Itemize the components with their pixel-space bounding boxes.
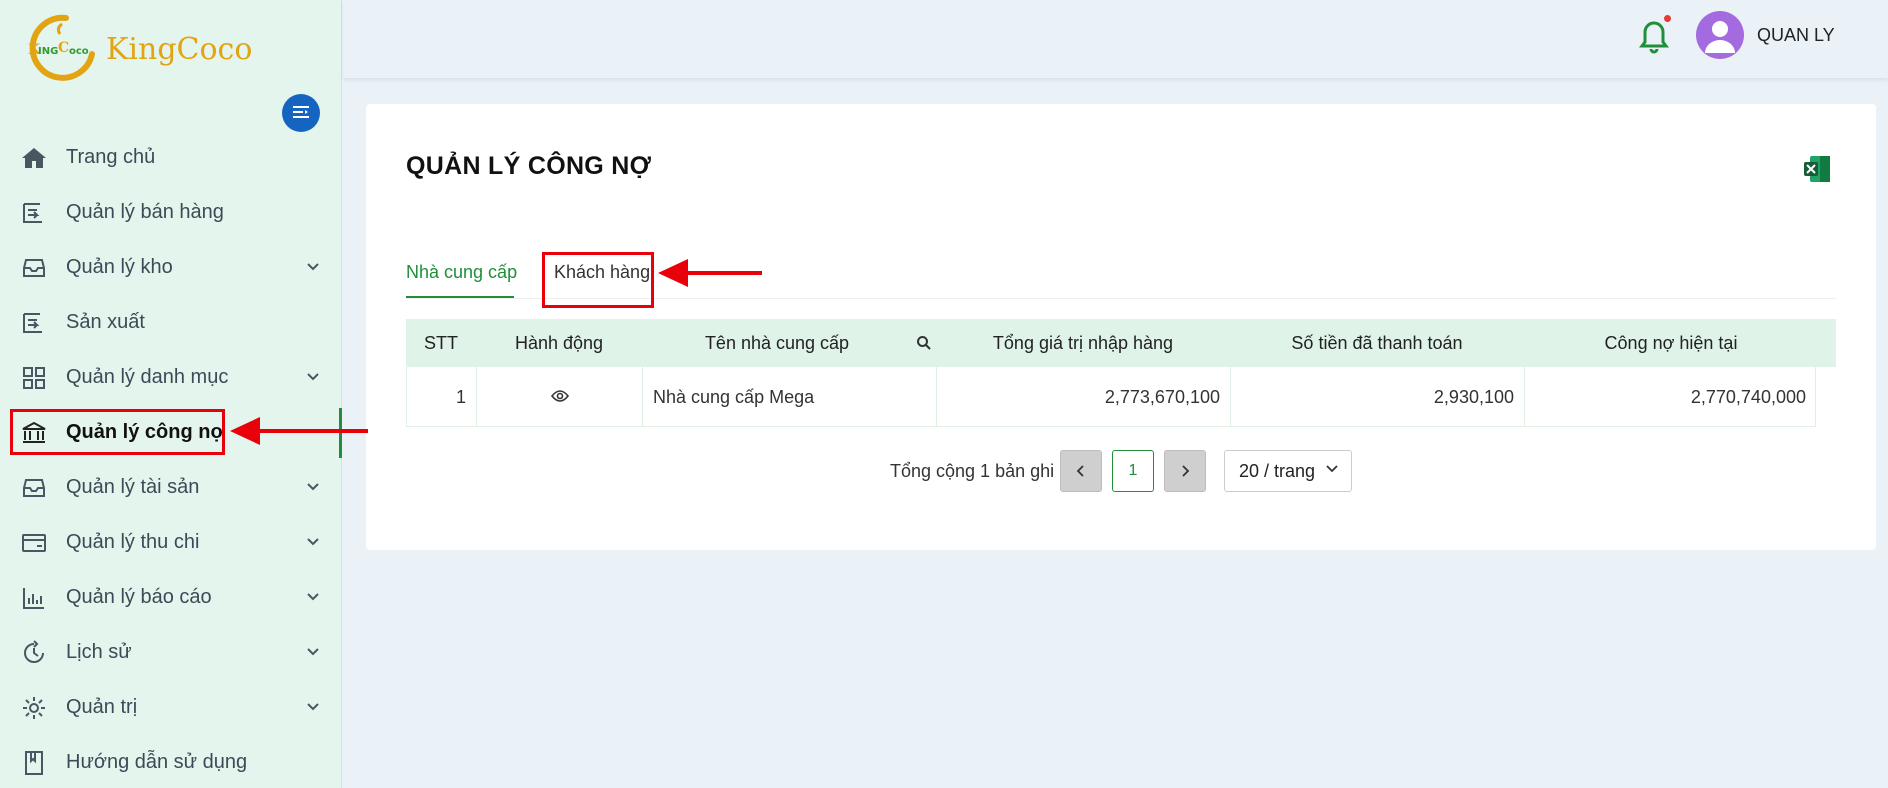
logo[interactable]: K ING C oco KingCoco bbox=[22, 10, 252, 84]
sidebar-item-label: Quản lý tài sản bbox=[66, 476, 200, 498]
column-header-paid: Số tiền đã thanh toán bbox=[1291, 332, 1463, 353]
tab-active-underline bbox=[406, 296, 514, 298]
sidebar-item-label: Hướng dẫn sử dụng bbox=[66, 751, 248, 773]
page-size-value: 20 / trang bbox=[1239, 460, 1316, 481]
table-row: 1 Nhà cung cấp Mega 2,773,670,100 2,930,… bbox=[406, 367, 1816, 427]
sidebar-item-sales[interactable]: Quản lý bán hàng bbox=[0, 185, 342, 240]
sidebar-item-assets[interactable]: Quản lý tài sản bbox=[0, 460, 342, 515]
sidebar-item-label: Quản lý kho bbox=[66, 256, 173, 278]
logo-mark-icon: K ING C oco bbox=[22, 10, 96, 84]
avatar[interactable] bbox=[1696, 11, 1744, 59]
sidebar-item-category[interactable]: Quản lý danh mục bbox=[0, 350, 342, 405]
sidebar-item-reports[interactable]: Quản lý báo cáo bbox=[0, 570, 342, 625]
sidebar-item-label: Quản lý danh mục bbox=[66, 366, 229, 388]
chevron-left-icon bbox=[1076, 465, 1084, 477]
wallet-card-icon bbox=[20, 529, 48, 557]
excel-icon[interactable] bbox=[1802, 154, 1832, 184]
chevron-down-icon bbox=[307, 593, 319, 601]
cell-total-import: 2,773,670,100 bbox=[936, 367, 1230, 427]
sidebar: K ING C oco KingCoco Trang chủ Quản lý b… bbox=[0, 0, 342, 788]
sidebar-item-warehouse[interactable]: Quản lý kho bbox=[0, 240, 342, 295]
sidebar-item-home[interactable]: Trang chủ bbox=[0, 130, 342, 185]
sidebar-item-income-expense[interactable]: Quản lý thu chi bbox=[0, 515, 342, 570]
prev-page-button[interactable] bbox=[1060, 450, 1102, 492]
sidebar-item-history[interactable]: Lịch sử bbox=[0, 625, 342, 680]
column-header-total-import: Tổng giá trị nhập hàng bbox=[992, 332, 1174, 353]
page-title: QUẢN LÝ CÔNG NỢ bbox=[406, 152, 652, 180]
sidebar-menu: Trang chủ Quản lý bán hàng Quản lý kho S… bbox=[0, 130, 342, 788]
collapse-sidebar-button[interactable] bbox=[282, 94, 320, 132]
sidebar-item-label: Quản trị bbox=[66, 696, 138, 718]
sidebar-item-label: Trang chủ bbox=[66, 146, 156, 168]
book-icon bbox=[20, 749, 48, 777]
svg-text:oco: oco bbox=[69, 46, 89, 57]
debt-management-card: QUẢN LÝ CÔNG NỢ Nhà cung cấp Khách hàng … bbox=[366, 104, 1876, 550]
cell-current-debt: 2,770,740,000 bbox=[1524, 367, 1816, 427]
sales-icon bbox=[20, 199, 48, 227]
chevron-down-icon bbox=[307, 263, 319, 271]
chevron-down-icon bbox=[307, 648, 319, 656]
category-grid-icon bbox=[20, 364, 48, 392]
page-size-select[interactable]: 20 / trang bbox=[1224, 450, 1352, 492]
tab-supplier[interactable]: Nhà cung cấp bbox=[406, 262, 517, 283]
table-header: STT Hành động Tên nhà cung cấp Tổng giá … bbox=[406, 319, 1836, 367]
annotation-box-customer-tab bbox=[542, 252, 654, 308]
column-header-action: Hành động bbox=[514, 332, 604, 353]
annotation-arrow-sidebar bbox=[230, 417, 368, 445]
sidebar-item-label: Quản lý bán hàng bbox=[66, 201, 224, 223]
column-header-stt: STT bbox=[424, 332, 458, 353]
debt-table: STT Hành động Tên nhà cung cấp Tổng giá … bbox=[406, 319, 1836, 427]
production-icon bbox=[20, 309, 48, 337]
sidebar-item-label: Quản lý báo cáo bbox=[66, 586, 212, 608]
pagination: Tổng cộng 1 bản ghi 1 20 / trang bbox=[366, 450, 1876, 492]
cell-supplier-name: Nhà cung cấp Mega bbox=[642, 367, 936, 427]
chevron-down-icon bbox=[1326, 465, 1338, 473]
svg-text:C: C bbox=[58, 40, 69, 56]
gear-icon bbox=[20, 694, 48, 722]
bar-chart-icon bbox=[20, 584, 48, 612]
logo-text: KingCoco bbox=[106, 31, 253, 67]
annotation-arrow-customer-tab bbox=[658, 259, 762, 287]
sidebar-item-label: Quản lý thu chi bbox=[66, 531, 200, 553]
column-header-current-debt: Công nợ hiện tại bbox=[1604, 332, 1738, 353]
sidebar-item-label: Sản xuất bbox=[66, 311, 145, 333]
home-icon bbox=[20, 144, 48, 172]
cell-paid: 2,930,100 bbox=[1230, 367, 1524, 427]
chevron-right-icon bbox=[1182, 465, 1190, 477]
sidebar-item-admin[interactable]: Quản trị bbox=[0, 680, 342, 735]
annotation-box-sidebar bbox=[10, 409, 225, 455]
menu-collapse-icon bbox=[293, 106, 309, 118]
notification-dot bbox=[1664, 15, 1671, 22]
sidebar-item-guide[interactable]: Hướng dẫn sử dụng bbox=[0, 735, 342, 788]
user-name[interactable]: QUAN LY bbox=[1757, 25, 1835, 46]
next-page-button[interactable] bbox=[1164, 450, 1206, 492]
cell-stt: 1 bbox=[406, 367, 476, 427]
svg-text:ING: ING bbox=[38, 46, 58, 57]
eye-icon[interactable] bbox=[550, 387, 569, 408]
chevron-down-icon bbox=[307, 538, 319, 546]
chevron-down-icon bbox=[307, 373, 319, 381]
asset-box-icon bbox=[20, 474, 48, 502]
column-header-supplier-name: Tên nhà cung cấp bbox=[704, 332, 850, 353]
sidebar-item-label: Lịch sử bbox=[66, 641, 132, 663]
sidebar-item-production[interactable]: Sản xuất bbox=[0, 295, 342, 350]
cell-action bbox=[476, 367, 642, 427]
total-records-text: Tổng cộng 1 bản ghi bbox=[890, 461, 1055, 481]
history-clock-icon bbox=[20, 639, 48, 667]
user-avatar-icon bbox=[1705, 21, 1735, 53]
chevron-down-icon bbox=[307, 703, 319, 711]
page-number-button[interactable]: 1 bbox=[1112, 450, 1154, 492]
warehouse-icon bbox=[20, 254, 48, 282]
chevron-down-icon bbox=[307, 483, 319, 491]
